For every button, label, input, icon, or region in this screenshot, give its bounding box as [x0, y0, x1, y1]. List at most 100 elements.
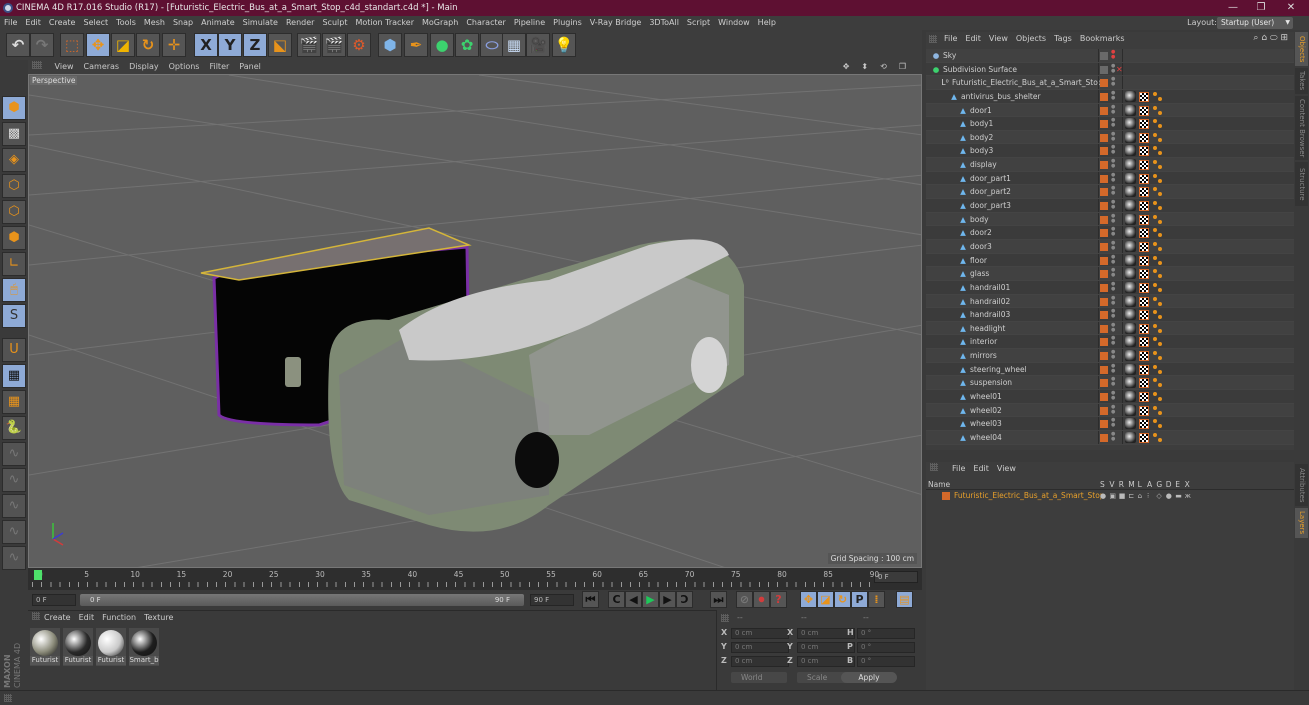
- solo-button[interactable]: S: [2, 304, 26, 328]
- object-row[interactable]: ▲ antivirus_bus_shelter ● ●: [926, 89, 1294, 104]
- autokey-button[interactable]: ⏺: [753, 591, 770, 608]
- object-row[interactable]: ▲ wheel01 ● ●: [926, 390, 1294, 404]
- menu-help[interactable]: Help: [754, 16, 780, 30]
- layer-color-swatch[interactable]: [1100, 242, 1108, 251]
- texture-tag-icon[interactable]: [1139, 337, 1149, 348]
- texture-tag-icon[interactable]: [1139, 201, 1149, 212]
- spline-tool-1-button[interactable]: ∿: [2, 442, 26, 466]
- layer-color-swatch[interactable]: [1100, 297, 1108, 306]
- workplane-button[interactable]: ◈: [2, 148, 26, 172]
- dock-tab-layers[interactable]: Layers: [1295, 508, 1308, 538]
- visibility-toggle[interactable]: ● ●: [1111, 377, 1115, 387]
- texture-tag-icon[interactable]: [1139, 119, 1149, 130]
- edges-mode-button[interactable]: ⬡: [2, 200, 26, 224]
- phong-tag-icon[interactable]: [1153, 146, 1163, 156]
- texture-tag-icon[interactable]: [1139, 214, 1149, 225]
- minimize-button[interactable]: —: [1218, 0, 1248, 16]
- menu-pipeline[interactable]: Pipeline: [510, 16, 549, 30]
- menu-script[interactable]: Script: [683, 16, 714, 30]
- visibility-toggle[interactable]: ● ●: [1111, 350, 1115, 360]
- layer-deformers-toggle[interactable]: ●: [1166, 491, 1172, 501]
- layer-color-swatch[interactable]: [1100, 106, 1108, 115]
- subdivision-button[interactable]: ●: [430, 33, 454, 57]
- texture-tag-icon[interactable]: [1139, 392, 1149, 403]
- close-button[interactable]: ✕: [1276, 0, 1306, 16]
- dock-tab-attributes[interactable]: Attributes: [1295, 464, 1308, 506]
- material-item[interactable]: Smart_b: [129, 628, 159, 666]
- object-row[interactable]: ▲ display ● ●: [926, 158, 1294, 172]
- spline-tool-4-button[interactable]: ∿: [2, 520, 26, 544]
- layer-color-swatch[interactable]: [1100, 283, 1108, 292]
- material-tag-icon[interactable]: [1125, 350, 1136, 362]
- maximize-button[interactable]: ❐: [1246, 0, 1276, 16]
- material-menu-create[interactable]: Create: [40, 611, 75, 625]
- viewport-dolly-icon[interactable]: ⬍: [856, 60, 875, 74]
- material-tag-icon[interactable]: [1125, 322, 1136, 334]
- material-tag-icon[interactable]: [1125, 200, 1136, 212]
- material-tag-icon[interactable]: [1125, 172, 1136, 184]
- key-parameter-button[interactable]: P: [851, 591, 868, 608]
- visibility-toggle[interactable]: ● ●: [1111, 77, 1115, 87]
- texture-tag-icon[interactable]: [1139, 378, 1149, 389]
- coord-mode-dropdown[interactable]: World: [731, 672, 787, 683]
- layer-color-swatch[interactable]: [1100, 420, 1108, 429]
- start-frame-field[interactable]: 0 F: [32, 594, 76, 606]
- visibility-toggle[interactable]: ● ●: [1111, 404, 1115, 415]
- floor-button[interactable]: ▦: [502, 33, 526, 57]
- viewport-menu-display[interactable]: Display: [124, 60, 164, 74]
- light-button[interactable]: 💡: [552, 33, 576, 57]
- texture-tag-icon[interactable]: [1139, 187, 1149, 198]
- visibility-toggle[interactable]: ● ●: [1111, 254, 1115, 265]
- visibility-toggle[interactable]: ● ●: [1111, 159, 1115, 169]
- coord-field-position[interactable]: 0 cm: [731, 656, 789, 667]
- texture-tag-icon[interactable]: [1139, 405, 1149, 416]
- material-tag-icon[interactable]: [1125, 363, 1136, 375]
- object-row[interactable]: ▲ handrail01 ● ●: [926, 280, 1294, 295]
- om-menu-objects[interactable]: Objects: [1012, 32, 1050, 46]
- last-tool-button[interactable]: ✛: [162, 33, 186, 57]
- visibility-toggle[interactable]: ● ●: [1111, 363, 1115, 374]
- texture-tag-icon[interactable]: [1139, 228, 1149, 239]
- layer-menu-file[interactable]: File: [948, 462, 969, 476]
- texture-tag-icon[interactable]: [1139, 269, 1149, 280]
- visibility-toggle[interactable]: ● ●: [1111, 281, 1115, 292]
- texture-tag-icon[interactable]: [1139, 255, 1149, 266]
- material-tag-icon[interactable]: [1125, 227, 1136, 239]
- material-tag-icon[interactable]: [1125, 254, 1136, 266]
- texture-tag-icon[interactable]: [1139, 132, 1149, 143]
- visibility-toggle[interactable]: ● ●: [1111, 295, 1115, 306]
- 3d-viewport[interactable]: Perspective Grid Spacing : 100 cm: [28, 74, 922, 568]
- material-tag-icon[interactable]: [1125, 295, 1136, 307]
- phong-tag-icon[interactable]: [1153, 187, 1163, 197]
- live-selection-button[interactable]: ⬚: [60, 33, 84, 57]
- planar-workplane-button[interactable]: ▦: [2, 390, 26, 414]
- coord-field-rotation[interactable]: 0 °: [857, 628, 915, 639]
- visibility-toggle[interactable]: ● ●: [1111, 131, 1115, 142]
- layer-color-swatch[interactable]: [1100, 256, 1108, 265]
- visibility-toggle[interactable]: ● ●: [1111, 145, 1115, 155]
- object-row[interactable]: ▲ door_part1 ● ●: [926, 171, 1294, 186]
- frame-range-slider[interactable]: 0 F 90 F: [80, 594, 524, 606]
- spline-tool-5-button[interactable]: ∿: [2, 546, 26, 570]
- y-axis-button[interactable]: Y: [218, 33, 242, 57]
- redo-button[interactable]: ↷: [30, 33, 54, 57]
- prev-key-button[interactable]: C: [608, 591, 625, 608]
- object-row[interactable]: ▲ wheel02 ● ●: [926, 403, 1294, 418]
- coord-field-rotation[interactable]: 0 °: [857, 656, 915, 667]
- layer-visible-toggle[interactable]: ▣: [1109, 491, 1116, 501]
- om-menu-tags[interactable]: Tags: [1050, 32, 1076, 46]
- material-item[interactable]: Futurist: [30, 628, 60, 666]
- phong-tag-icon[interactable]: [1153, 241, 1163, 252]
- layer-color-swatch[interactable]: [1100, 65, 1108, 74]
- lock-workplane-button[interactable]: ▦: [2, 364, 26, 388]
- menu-tools[interactable]: Tools: [112, 16, 140, 30]
- visibility-toggle[interactable]: ● ●: [1111, 240, 1115, 251]
- material-item[interactable]: Futurist: [96, 628, 126, 666]
- om-menu-file[interactable]: File: [940, 32, 961, 46]
- object-row[interactable]: ▲ handrail02 ● ●: [926, 294, 1294, 309]
- visibility-toggle[interactable]: ● ●: [1111, 50, 1115, 60]
- texture-tag-icon[interactable]: [1139, 296, 1149, 307]
- menu-motion-tracker[interactable]: Motion Tracker: [351, 16, 418, 30]
- layer-color-swatch[interactable]: [1100, 270, 1108, 279]
- key-pla-button[interactable]: ⁞: [868, 591, 885, 608]
